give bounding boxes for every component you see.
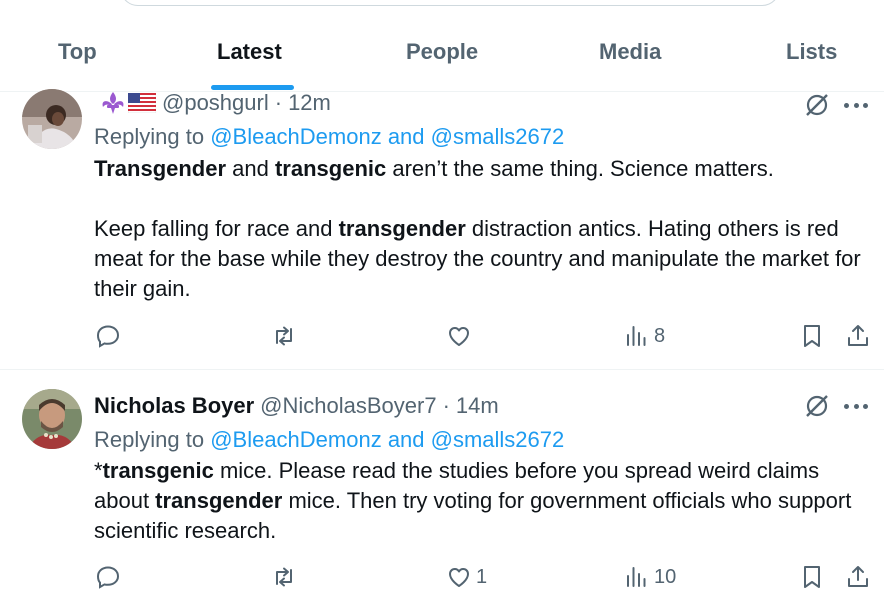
highlighted-term: transgender [155,488,283,513]
views-button[interactable]: 10 [624,564,676,590]
views-icon [627,326,646,346]
handle[interactable]: @NicholasBoyer7 [260,393,436,419]
highlighted-term: transgenic [274,156,387,181]
replying-to-label: Replying to [94,124,211,149]
replying-to-label: Replying to [94,427,211,452]
highlighted-term: transgender [338,216,466,241]
tweet-text: *transgenic mice. Please read the studie… [94,456,864,546]
handle[interactable]: @poshgurl [162,90,269,116]
repost-icon [276,326,292,346]
reply-icon [96,566,120,589]
highlighted-term: transgenic [102,458,214,483]
grok-icon[interactable] [804,92,830,118]
text-run: and [226,156,275,181]
replying-to-users[interactable]: @BleachDemonz and @smalls2672 [210,124,564,149]
replying-to: Replying to @BleachDemonz and @smalls267… [94,427,564,453]
tweet-text: Transgender and transgenic aren’t the sa… [94,154,864,304]
like-button[interactable]: 1 [446,564,487,590]
bookmark-button[interactable] [799,323,825,349]
us-flag-emoji [128,93,156,113]
bookmark-icon [804,566,820,588]
share-icon [848,325,868,346]
name-flair [100,91,156,115]
reply-button[interactable] [95,564,121,590]
tab-lists[interactable]: Lists [786,39,837,65]
tweet-actions: 8 [0,323,884,353]
repost-button[interactable] [271,323,297,349]
timestamp[interactable]: 12m [288,90,331,116]
search-tabs: Top Latest People Media Lists [0,0,884,92]
reply-icon [96,325,120,348]
tweet-header: Nicholas Boyer @NicholasBoyer7 · 14m [94,393,499,419]
tweet-paragraph: *transgenic mice. Please read the studie… [94,456,864,546]
reply-button[interactable] [95,323,121,349]
tweet-paragraph: Transgender and transgenic aren’t the sa… [94,154,864,184]
repost-icon [276,567,292,587]
fleur-de-lis-emoji [102,92,124,114]
bookmark-icon [804,325,820,347]
share-button[interactable] [845,564,871,590]
highlighted-term: Transgender [94,156,227,181]
tab-people[interactable]: People [406,39,478,65]
like-icon [449,568,469,587]
avatar[interactable] [22,89,82,149]
likes-count: 1 [476,565,488,588]
separator-dot: · [274,90,283,115]
tweet-paragraph: Keep falling for race and transgender di… [94,214,864,304]
more-icon[interactable] [844,393,868,419]
bookmark-button[interactable] [799,564,825,590]
separator-dot: · [442,393,450,418]
tweet[interactable]: Nicholas Boyer @NicholasBoyer7 · 14m Rep… [0,371,884,594]
text-run: aren’t the same thing. Science matters. [386,156,774,181]
avatar[interactable] [22,389,82,449]
share-icon [848,566,868,587]
views-button[interactable]: 8 [624,323,665,349]
replying-to: Replying to @BleachDemonz and @smalls267… [94,124,564,150]
tweet-actions: 1 10 [0,564,884,594]
views-count: 8 [654,324,666,347]
display-name[interactable]: Nicholas Boyer [94,393,254,419]
grok-icon[interactable] [804,393,830,419]
tweet-header: @poshgurl · 12m [94,90,331,116]
like-icon [449,327,469,346]
timestamp[interactable]: 14m [456,393,499,419]
views-count: 10 [654,565,677,588]
text-run: * [94,458,103,483]
like-button[interactable] [446,323,472,349]
replying-to-users[interactable]: @BleachDemonz and @smalls2672 [210,427,564,452]
views-icon [627,567,646,587]
text-run: Keep falling for race and [94,216,339,241]
more-icon[interactable] [844,92,868,118]
share-button[interactable] [845,323,871,349]
tab-top[interactable]: Top [58,39,97,65]
tab-latest[interactable]: Latest [217,39,282,65]
tab-media[interactable]: Media [599,39,661,65]
tweet[interactable]: @poshgurl · 12m Replying to @BleachDemon… [0,89,884,370]
repost-button[interactable] [271,564,297,590]
